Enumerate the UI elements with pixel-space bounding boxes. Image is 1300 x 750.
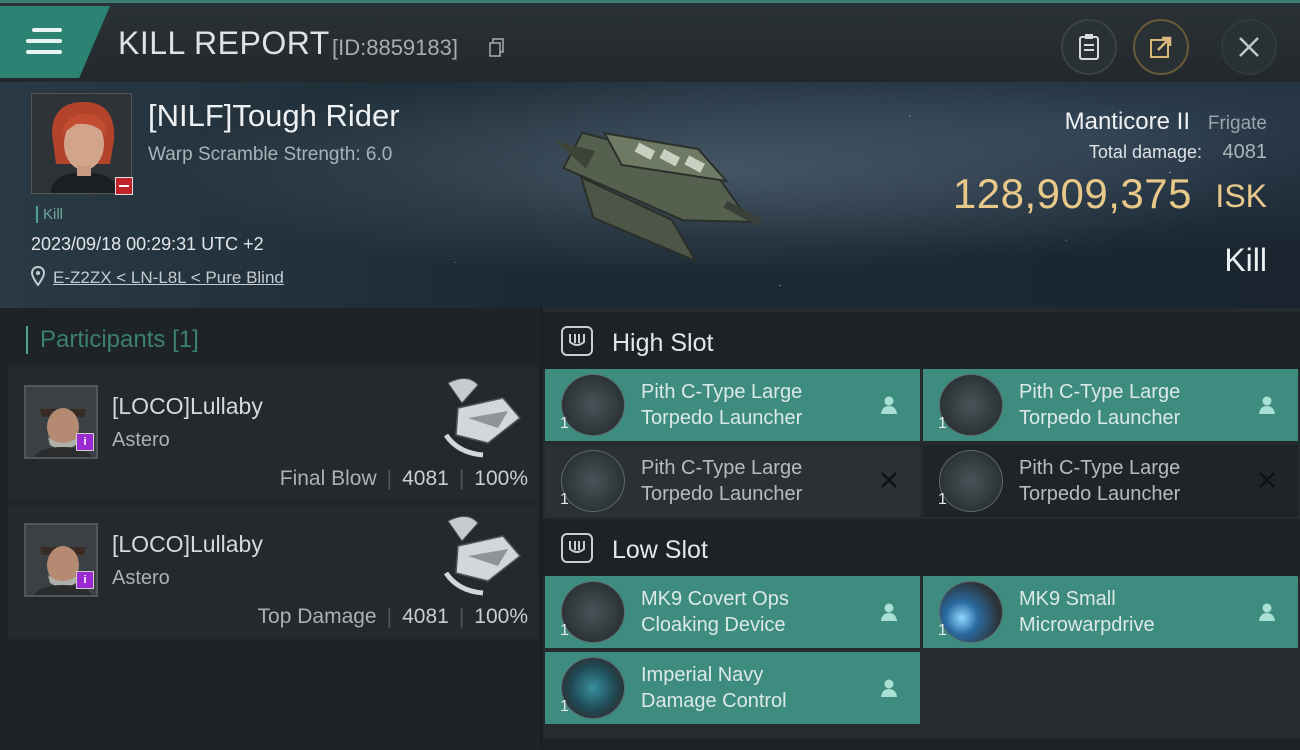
module-name: Pith C-Type Large Torpedo Launcher: [1019, 381, 1181, 429]
faction-badge: i: [76, 571, 94, 589]
menu-icon: [26, 28, 62, 56]
participant-stats: Top Damage | 4081 | 100%: [258, 605, 528, 629]
separator: |: [386, 467, 393, 490]
participant-ship-icon[interactable]: [428, 373, 528, 463]
x-icon: [1259, 472, 1275, 488]
participant-role: Final Blow: [279, 467, 377, 490]
module-quantity: 1: [938, 491, 947, 508]
module-name: Pith C-Type Large Torpedo Launcher: [641, 457, 803, 505]
standing-badge: [115, 177, 133, 195]
participant-name[interactable]: [LOCO]Lullaby: [112, 531, 263, 558]
close-icon: [1239, 37, 1259, 57]
module-name: Pith C-Type Large Torpedo Launcher: [641, 381, 803, 429]
share-icon: [1150, 36, 1172, 58]
kill-result: Kill: [1224, 242, 1267, 278]
participants-count: [1]: [172, 326, 199, 353]
ship-class: Frigate: [1207, 113, 1267, 134]
module-name: MK9 Covert Ops Cloaking Device: [641, 588, 789, 636]
torpedo-launcher-icon: [561, 450, 625, 512]
ship-name[interactable]: Manticore II: [1065, 108, 1190, 136]
separator: |: [458, 605, 465, 628]
x-icon: [881, 472, 897, 488]
participant-row[interactable]: i [LOCO]Lullaby Astero Top Damage | 4081…: [8, 505, 538, 639]
clipboard-icon: [1079, 34, 1099, 60]
high-slot-header: High Slot: [543, 312, 1300, 370]
torpedo-launcher-icon: [561, 374, 625, 436]
torpedo-launcher-icon: [939, 374, 1003, 436]
page-title: KILL REPORT: [118, 25, 330, 61]
participant-percent: 100%: [474, 605, 528, 628]
fitting-panel: High Slot 1 Pith C-Type Large Torpedo Lau…: [543, 308, 1300, 750]
participants-label: Participants: [40, 326, 166, 353]
module-item[interactable]: 1 Imperial Navy Damage Control: [545, 652, 920, 724]
low-slot-header: Low Slot: [543, 519, 1300, 577]
module-name: Imperial Navy Damage Control: [641, 664, 787, 712]
participant-damage: 4081: [402, 467, 449, 490]
pilot-icon: [881, 603, 897, 621]
victim-name[interactable]: [NILF]Tough Rider: [148, 98, 400, 134]
module-quantity: 1: [938, 622, 947, 639]
torpedo-launcher-icon: [939, 450, 1003, 512]
clipboard-button[interactable]: [1061, 19, 1117, 75]
ship-render[interactable]: [520, 102, 780, 292]
damage-control-icon: [561, 657, 625, 719]
menu-button[interactable]: [0, 6, 110, 78]
participant-row[interactable]: i [LOCO]Lullaby Astero Final Blow | 4081…: [8, 367, 538, 501]
pilot-icon: [881, 679, 897, 697]
title-bar: KILL REPORT [ID:8859183]: [0, 0, 1300, 82]
victim-panel: [NILF]Tough Rider Warp Scramble Strength…: [0, 82, 1300, 308]
module-item[interactable]: 1 Pith C-Type Large Torpedo Launcher: [545, 445, 920, 517]
isk-value: 128,909,375: [952, 170, 1192, 217]
module-quantity: 1: [560, 415, 569, 432]
microwarpdrive-icon: [939, 581, 1003, 643]
faction-badge: i: [76, 433, 94, 451]
participant-ship: Astero: [112, 567, 170, 589]
module-item[interactable]: 1 Pith C-Type Large Torpedo Launcher: [545, 369, 920, 441]
module-name: MK9 Small Microwarpdrive: [1019, 588, 1155, 636]
module-item[interactable]: 1 Pith C-Type Large Torpedo Launcher: [923, 369, 1298, 441]
participant-ship-icon[interactable]: [428, 511, 528, 601]
report-id: [ID:8859183]: [332, 35, 458, 60]
slot-icon: [561, 326, 593, 356]
module-quantity: 1: [938, 415, 947, 432]
cloaking-device-icon: [561, 581, 625, 643]
warp-scramble-strength: Warp Scramble Strength: 6.0: [148, 144, 393, 165]
total-damage-value: 4081: [1222, 141, 1268, 163]
module-quantity: 1: [560, 698, 569, 715]
next-slot-header: [543, 738, 1300, 750]
copy-icon[interactable]: [489, 38, 505, 58]
module-quantity: 1: [560, 491, 569, 508]
share-button[interactable]: [1133, 19, 1189, 75]
separator: |: [458, 467, 465, 490]
participant-ship: Astero: [112, 429, 170, 451]
participants-panel: Participants [1] i [LOCO]Lullaby Astero …: [0, 308, 540, 750]
location-link[interactable]: E-Z2ZX < LN-L8L < Pure Blind: [53, 268, 284, 288]
module-name: Pith C-Type Large Torpedo Launcher: [1019, 457, 1181, 505]
participant-name[interactable]: [LOCO]Lullaby: [112, 393, 263, 420]
participant-damage: 4081: [402, 605, 449, 628]
location-pin-icon: [31, 266, 45, 286]
kill-timestamp: 2023/09/18 00:29:31 UTC +2: [31, 234, 264, 254]
high-slot-label: High Slot: [612, 329, 714, 357]
participant-role: Top Damage: [257, 605, 377, 628]
total-damage-label: Total damage:: [1088, 142, 1202, 162]
pilot-icon: [1259, 603, 1275, 621]
pilot-icon: [881, 396, 897, 414]
pilot-icon: [1259, 396, 1275, 414]
participant-stats: Final Blow | 4081 | 100%: [280, 467, 528, 491]
low-slot-label: Low Slot: [612, 536, 708, 564]
close-button[interactable]: [1221, 19, 1277, 75]
module-item[interactable]: 1 MK9 Covert Ops Cloaking Device: [545, 576, 920, 648]
separator: |: [386, 605, 393, 628]
isk-unit: ISK: [1215, 178, 1267, 214]
module-item[interactable]: 1 Pith C-Type Large Torpedo Launcher: [923, 445, 1298, 517]
kill-tag: Kill: [36, 206, 63, 223]
participant-percent: 100%: [474, 467, 528, 490]
participants-heading: Participants [1]: [26, 326, 199, 354]
slot-icon: [561, 533, 593, 563]
module-quantity: 1: [560, 622, 569, 639]
module-item[interactable]: 1 MK9 Small Microwarpdrive: [923, 576, 1298, 648]
